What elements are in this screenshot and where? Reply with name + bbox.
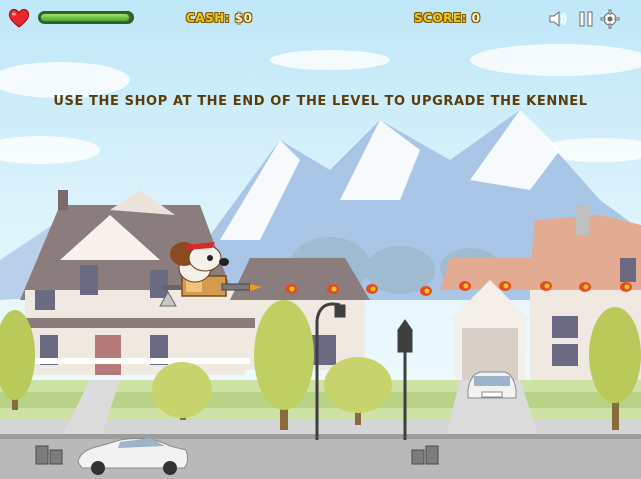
game-scene[interactable]: CASH: $0 SCORE: 0 USE THE SHOP AT THE EN…	[0, 0, 641, 479]
cash-value: $0	[234, 11, 253, 25]
parked-car	[467, 371, 517, 399]
cash-display: CASH: $0	[186, 11, 252, 25]
heart-icon	[8, 9, 30, 28]
health-bar-fill	[41, 14, 130, 21]
tutorial-message: USE THE SHOP AT THE END OF THE LEVEL TO …	[53, 94, 588, 109]
score-value: 0	[471, 11, 481, 25]
sound-icon[interactable]	[548, 9, 568, 29]
score-label: SCORE:	[414, 11, 467, 25]
cash-label: CASH:	[186, 11, 231, 25]
hud-bar: CASH: $0 SCORE: 0	[0, 0, 641, 38]
score-display: SCORE: 0	[414, 11, 480, 25]
health-bar	[38, 11, 134, 24]
pause-icon[interactable]	[576, 9, 596, 29]
game-world	[0, 44, 641, 479]
settings-icon[interactable]	[600, 9, 620, 29]
